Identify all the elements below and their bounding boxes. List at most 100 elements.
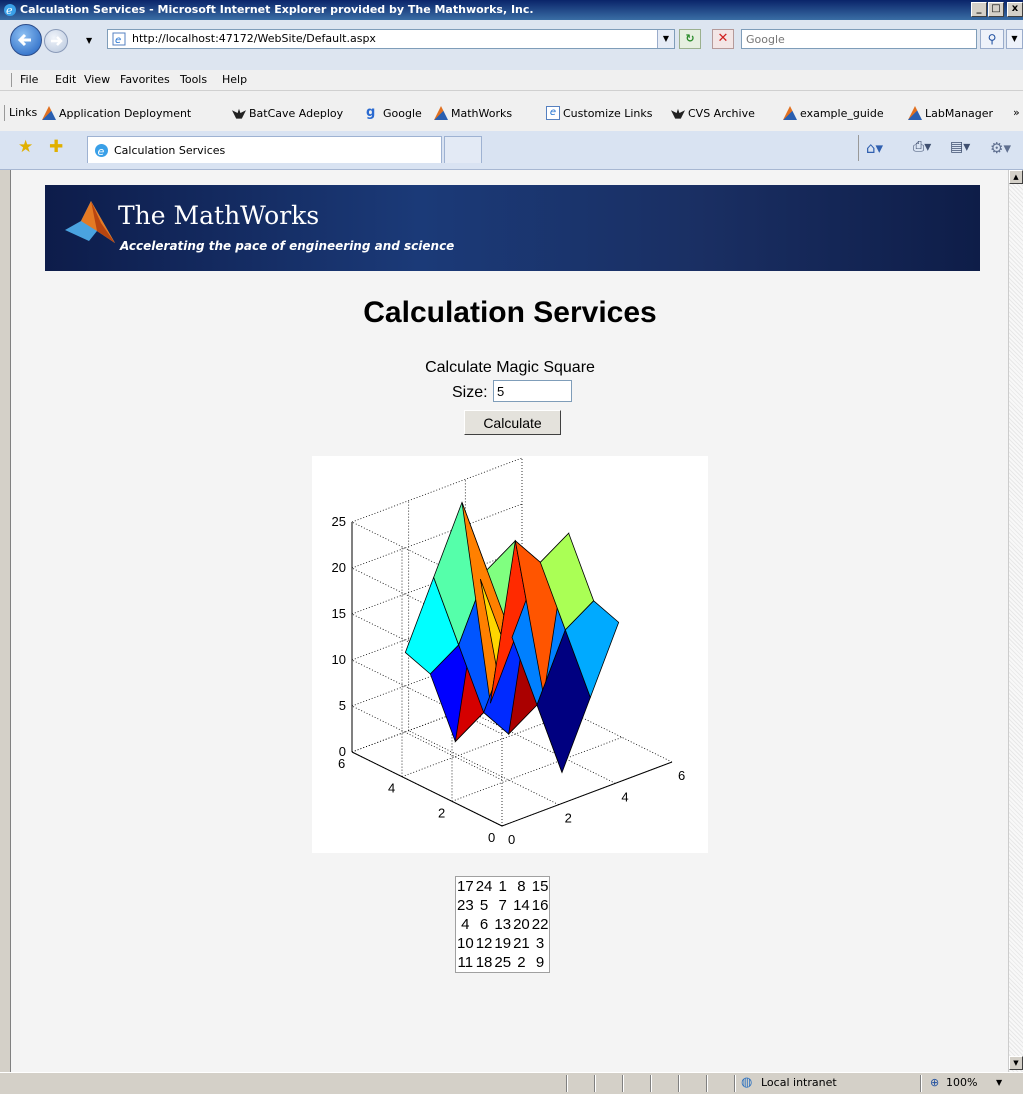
history-dropdown-icon[interactable]: ▼ xyxy=(86,36,92,45)
table-cell: 12 xyxy=(475,935,493,952)
x-tick-label: 0 xyxy=(508,832,515,847)
z-tick-label: 0 xyxy=(339,744,346,759)
search-input[interactable] xyxy=(742,30,950,48)
z-tick-label: 5 xyxy=(339,698,346,713)
x-tick-label: 6 xyxy=(678,768,685,783)
menu-file[interactable]: File xyxy=(20,73,38,86)
z-tick-label: 15 xyxy=(332,606,346,621)
tab-title: Calculation Services xyxy=(114,144,226,157)
menu-view[interactable]: View xyxy=(84,73,110,86)
table-cell: 20 xyxy=(513,916,530,933)
maximize-button[interactable]: □ xyxy=(988,2,1004,17)
magic-square-table: 17 24 1 8 15 23 5 7 14 16 4 6 13 20 22 10 12 19 21 3 11 18 25 2… xyxy=(455,876,551,973)
tools-gear-icon[interactable]: ⚙▾ xyxy=(990,139,1011,157)
favorites-star-icon[interactable]: ★ xyxy=(18,137,33,157)
bat-icon xyxy=(671,108,685,119)
zoom-level[interactable]: 100% xyxy=(946,1076,977,1089)
grid-line xyxy=(351,457,523,523)
svg-text:e: e xyxy=(115,35,121,46)
table-cell: 23 xyxy=(457,897,474,914)
link-google[interactable]: g Google xyxy=(366,106,422,120)
table-cell: 15 xyxy=(531,878,549,895)
link-batcave-adeploy[interactable]: BatCave Adeploy xyxy=(232,106,343,120)
calculate-button[interactable]: Calculate xyxy=(464,410,561,435)
matlab-logo-icon xyxy=(783,106,797,120)
ie-logo-icon: e xyxy=(95,144,108,158)
x-tick-label: 4 xyxy=(621,789,628,804)
y-axis-line xyxy=(351,751,503,827)
ie-logo-icon: e xyxy=(4,4,16,17)
forward-arrow-icon xyxy=(51,36,63,46)
grid-line xyxy=(451,736,623,802)
link-application-deployment[interactable]: Application Deployment xyxy=(42,106,191,120)
table-row: 23 5 7 14 16 xyxy=(456,896,550,915)
add-favorites-icon[interactable]: ✚ xyxy=(49,137,63,157)
link-example-guide[interactable]: example_guide xyxy=(783,106,884,120)
forward-button[interactable] xyxy=(44,29,68,53)
address-dropdown-icon[interactable]: ▼ xyxy=(657,30,674,48)
z-tick-label: 10 xyxy=(332,652,346,667)
y-tick-label: 0 xyxy=(488,830,495,845)
menu-tools[interactable]: Tools xyxy=(180,73,207,86)
zoom-icon: ⊕ xyxy=(930,1076,940,1089)
svg-text:e: e xyxy=(98,145,105,158)
menu-edit[interactable]: Edit xyxy=(55,73,76,86)
page-icon: e xyxy=(112,32,126,46)
table-cell: 5 xyxy=(479,897,489,914)
refresh-button[interactable]: ↻ xyxy=(679,29,701,49)
link-mathworks[interactable]: MathWorks xyxy=(434,106,512,120)
window-title: Calculation Services - Microsoft Interne… xyxy=(20,3,534,16)
z-tick-label: 20 xyxy=(332,560,346,575)
size-label: Size: xyxy=(452,384,488,401)
page-menu-icon[interactable]: ▤▾ xyxy=(950,139,970,155)
link-cvs-archive[interactable]: CVS Archive xyxy=(671,106,755,120)
stop-button[interactable]: ✕ xyxy=(712,29,734,49)
print-icon[interactable]: ⎙▾ xyxy=(913,139,931,155)
surface-plot-svg: 024602460510152025 xyxy=(332,457,685,847)
links-overflow-chevron[interactable]: » xyxy=(1013,106,1020,119)
link-customize-links[interactable]: e Customize Links xyxy=(546,106,653,120)
table-cell: 13 xyxy=(494,916,512,933)
scroll-down-icon[interactable]: ▼ xyxy=(1009,1056,1023,1070)
x-axis-line xyxy=(501,761,673,827)
banner-name: The MathWorks xyxy=(118,201,320,230)
status-bar: ◍ Local intranet ⊕ 100% ▼ xyxy=(0,1072,1023,1094)
title-bar: e Calculation Services - Microsoft Inter… xyxy=(0,0,1023,20)
matlab-logo-icon xyxy=(908,106,922,120)
links-label: Links xyxy=(9,106,38,119)
vertical-scrollbar[interactable]: ▲ ▼ xyxy=(1008,170,1023,1072)
page-content: The MathWorks Accelerating the pace of e… xyxy=(10,170,1009,1072)
links-bar: Links Application Deployment BatCave Ade… xyxy=(0,91,1023,131)
table-cell: 2 xyxy=(517,954,526,971)
menu-help[interactable]: Help xyxy=(222,73,247,86)
link-labmanager[interactable]: LabManager xyxy=(908,106,993,120)
tab-calculation-services[interactable]: e Calculation Services xyxy=(87,136,442,163)
close-button[interactable]: x xyxy=(1007,2,1023,17)
scroll-up-icon[interactable]: ▲ xyxy=(1009,170,1023,184)
google-icon: g xyxy=(366,105,376,120)
zoom-dropdown-icon[interactable]: ▼ xyxy=(996,1078,1002,1087)
size-input[interactable] xyxy=(493,380,572,402)
minimize-button[interactable]: _ xyxy=(971,2,987,17)
search-box[interactable] xyxy=(741,29,977,49)
y-tick-label: 4 xyxy=(388,781,395,796)
table-cell: 10 xyxy=(457,935,474,952)
address-url: http://localhost:47172/WebSite/Default.a… xyxy=(132,32,376,45)
search-options-icon[interactable]: ▼ xyxy=(1006,29,1023,49)
home-icon[interactable]: ⌂▾ xyxy=(866,139,883,157)
bat-icon xyxy=(232,108,246,119)
new-tab-button[interactable] xyxy=(444,136,482,163)
ie-page-icon: e xyxy=(546,106,560,120)
page-title: Calculation Services xyxy=(363,296,657,329)
table-cell: 3 xyxy=(535,935,545,952)
table-cell: 24 xyxy=(475,878,493,895)
search-icon[interactable]: ⚲ xyxy=(980,29,1004,49)
table-cell: 4 xyxy=(461,916,470,933)
table-row: 17 24 1 8 15 xyxy=(456,877,550,897)
z-tick-label: 25 xyxy=(332,514,346,529)
x-tick-label: 2 xyxy=(565,811,572,826)
address-bar[interactable]: e http://localhost:47172/WebSite/Default… xyxy=(107,29,675,49)
tab-row: ★ ✚ e Calculation Services ⌂▾ ⎙▾ ▤▾ ⚙▾ xyxy=(0,131,1023,170)
menu-favorites[interactable]: Favorites xyxy=(120,73,170,86)
back-button[interactable] xyxy=(10,24,42,56)
